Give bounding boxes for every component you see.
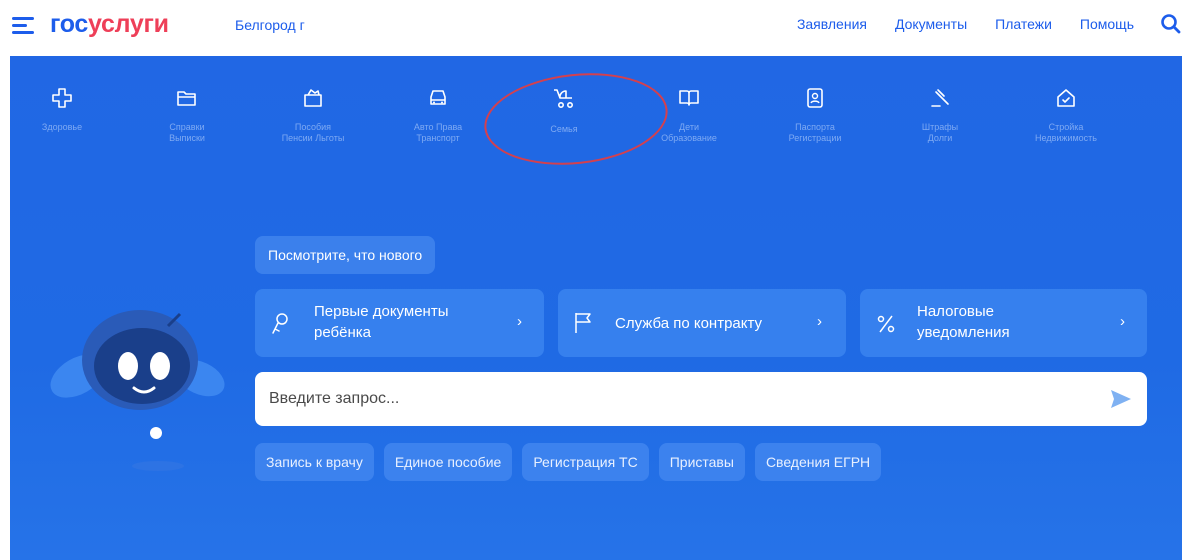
chevron-right-icon: ›: [517, 313, 522, 330]
top-nav: Заявления Документы Платежи Помощь: [797, 16, 1134, 32]
category-passports[interactable]: Паспорта Регистрации: [765, 86, 865, 144]
book-icon: [679, 90, 699, 106]
card-first-child-documents[interactable]: Первые документы ребёнка ›: [255, 289, 544, 357]
category-fines[interactable]: Штрафы Долги: [890, 86, 990, 144]
send-icon[interactable]: [1109, 387, 1133, 411]
passport-icon: [807, 88, 823, 108]
wallet-icon: [304, 89, 322, 107]
category-label: Штрафы Долги: [921, 122, 959, 143]
category-auto[interactable]: Авто Права Транспорт: [388, 86, 488, 144]
flag-icon: [575, 313, 591, 333]
category-realty[interactable]: Стройка Недвижимость: [1016, 86, 1116, 144]
card-title-line1: Налоговые: [917, 303, 995, 320]
category-label: Авто Права Транспорт: [413, 122, 463, 143]
nav-documents[interactable]: Документы: [895, 16, 967, 32]
card-title-line1: Первые документы: [314, 303, 449, 320]
category-label: Здоровье: [41, 122, 83, 132]
car-icon: [430, 90, 446, 105]
category-label: Пособия Пенсии Льготы: [281, 122, 345, 143]
card-contract-service[interactable]: Служба по контракту ›: [558, 289, 846, 357]
card-title: Служба по контракту: [615, 315, 763, 332]
category-label: Стройка Недвижимость: [1035, 122, 1097, 143]
chevron-right-icon: ›: [817, 313, 822, 330]
chip-egrn-info[interactable]: Сведения ЕГРН: [754, 443, 882, 481]
whats-new-button[interactable]: Посмотрите, что нового: [255, 236, 436, 274]
logo-part-gos: гос: [50, 10, 89, 38]
plus-cross-icon: [52, 88, 72, 108]
top-header: госуслуги Белгород г Заявления Документы…: [0, 0, 1182, 54]
nav-help[interactable]: Помощь: [1080, 16, 1134, 32]
gosuslugi-logo[interactable]: госуслуги: [50, 10, 169, 39]
nav-applications[interactable]: Заявления: [797, 16, 867, 32]
folder-icon: [177, 91, 196, 106]
chip-doctor-appointment[interactable]: Запись к врачу: [255, 443, 374, 481]
nav-payments[interactable]: Платежи: [995, 16, 1052, 32]
category-label: Справки Выписки: [169, 122, 205, 143]
house-icon: [1057, 89, 1075, 107]
percent-icon: [877, 315, 895, 333]
baby-rattle-icon: [272, 313, 288, 334]
logo-part-uslugi: услуги: [88, 10, 169, 38]
quick-links: Запись к врачу Единое пособие Регистраци…: [255, 443, 882, 481]
chip-unified-benefit[interactable]: Единое пособие: [383, 443, 513, 481]
card-title-line2: ребёнка: [314, 324, 371, 341]
chip-vehicle-registration[interactable]: Регистрация ТС: [522, 443, 649, 481]
chevron-right-icon: ›: [1120, 313, 1125, 330]
chip-bailiffs[interactable]: Приставы: [658, 443, 745, 481]
region-selector[interactable]: Белгород г: [235, 17, 305, 33]
search-box: [255, 372, 1147, 426]
category-health[interactable]: Здоровье: [12, 86, 112, 133]
robot-mascot: [50, 310, 225, 471]
menu-icon[interactable]: [12, 17, 34, 35]
category-benefits[interactable]: Пособия Пенсии Льготы: [263, 86, 363, 144]
gavel-icon: [931, 89, 949, 107]
category-certificates[interactable]: Справки Выписки: [137, 86, 237, 144]
search-input[interactable]: [269, 386, 1089, 412]
search-icon[interactable]: [1160, 13, 1182, 35]
category-label: Паспорта Регистрации: [788, 122, 842, 143]
card-tax-notices[interactable]: Налоговые уведомления ›: [860, 289, 1147, 357]
card-title-line2: уведомления: [917, 324, 1010, 341]
